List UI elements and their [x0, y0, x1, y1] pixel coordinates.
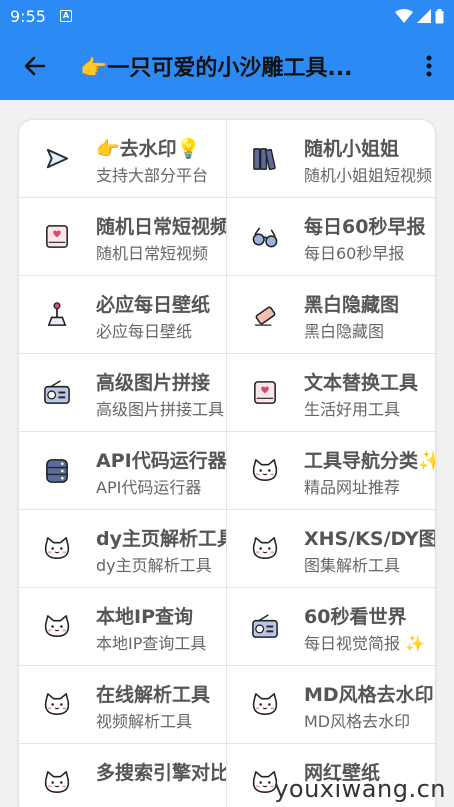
cat-icon — [252, 693, 278, 715]
back-arrow-icon — [24, 56, 46, 76]
tool-item[interactable]: 文本替换工具 生活好用工具 — [227, 354, 435, 432]
tool-subtitle: 黑白隐藏图 — [304, 322, 385, 341]
tool-title: 每日60秒早报 — [304, 216, 426, 238]
tool-title: 必应每日壁纸 — [96, 294, 211, 316]
page-title: 👉一只可爱的小沙雕工具... — [80, 56, 353, 81]
tool-subtitle: dy主页解析工具 — [96, 556, 212, 575]
tool-subtitle: 视频解析工具 — [96, 712, 193, 731]
cat-icon — [252, 459, 278, 481]
tool-item[interactable]: MD风格去水印 MD风格去水印 — [227, 666, 435, 744]
tool-subtitle: 随机日常短视频 — [96, 244, 209, 263]
cat-icon — [44, 537, 70, 559]
cat-icon — [44, 693, 70, 715]
tool-title: 随机日常短视频 — [96, 216, 227, 238]
tool-title: 在线解析工具 — [96, 684, 211, 706]
tool-title: 文本替换工具 — [304, 372, 419, 394]
tool-item[interactable]: 多搜索引擎对比 — [19, 744, 227, 807]
tool-item[interactable]: 本地IP查询 本地IP查询工具 — [19, 588, 227, 666]
tool-subtitle: 每日60秒早报 — [304, 244, 405, 263]
tool-subtitle: 支持大部分平台 — [96, 166, 209, 185]
radio-icon — [252, 614, 278, 638]
tool-item[interactable]: 在线解析工具 视频解析工具 — [19, 666, 227, 744]
heart-book-icon — [46, 225, 68, 248]
books-icon — [253, 148, 276, 171]
signal-icon — [417, 9, 431, 23]
tool-title: 👉去水印💡 — [96, 138, 201, 160]
tool-title: 60秒看世界 — [304, 606, 407, 628]
glasses-icon — [252, 227, 278, 248]
tool-title: 黑白隐藏图 — [304, 294, 400, 316]
tools-card: 👉去水印💡 支持大部分平台 随机小姐姐 随机小姐姐短视频 随机日常短视频 随机日常短视频每… — [19, 120, 435, 807]
tool-title: MD风格去水印 — [304, 684, 434, 706]
tool-subtitle: 必应每日壁纸 — [96, 322, 193, 341]
tool-subtitle: 本地IP查询工具 — [96, 634, 207, 653]
cat-icon — [252, 537, 278, 559]
status-time: 9:55 — [10, 6, 46, 26]
watermark: youxiwang.cn — [274, 775, 446, 803]
tools-grid: 👉去水印💡 支持大部分平台 随机小姐姐 随机小姐姐短视频 随机日常短视频 随机日常短视频每… — [19, 120, 435, 807]
play-arrow-icon — [46, 148, 69, 169]
tool-title: XHS/KS/DY图集 — [304, 528, 435, 550]
tool-title: API代码运行器 — [96, 450, 227, 472]
tool-item[interactable]: 必应每日壁纸 必应每日壁纸 — [19, 276, 227, 354]
tool-subtitle: 图集解析工具 — [304, 556, 401, 575]
cat-icon — [44, 771, 70, 793]
status-icons — [395, 8, 444, 24]
tool-item[interactable]: 👉去水印💡 支持大部分平台 — [19, 120, 227, 198]
battery-icon — [435, 8, 444, 23]
tool-subtitle: 精品网址推荐 — [304, 478, 401, 497]
tool-title: 本地IP查询 — [96, 606, 193, 628]
app-bar: 👉一只可爱的小沙雕工具... — [0, 32, 454, 100]
cat-icon — [44, 615, 70, 637]
back-button[interactable] — [0, 32, 70, 100]
tool-title: 多搜索引擎对比 — [96, 762, 227, 784]
tool-subtitle: 高级图片拼接工具 — [96, 400, 225, 419]
tool-title: dy主页解析工具 — [96, 528, 227, 550]
wifi-icon — [395, 9, 413, 23]
tool-title: 高级图片拼接 — [96, 372, 211, 394]
tool-item[interactable]: 黑白隐藏图 黑白隐藏图 — [227, 276, 435, 354]
tool-item[interactable]: XHS/KS/DY图集图集解析工具 — [227, 510, 435, 588]
tool-subtitle: 每日视觉简报 ✨ — [304, 634, 426, 653]
tool-item[interactable]: 每日60秒早报 每日60秒早报 — [227, 198, 435, 276]
status-bar: 9:55 A — [0, 0, 454, 32]
database-icon — [46, 459, 68, 483]
tool-item[interactable]: 60秒看世界 每日视觉简报 ✨ — [227, 588, 435, 666]
tool-item[interactable]: 工具导航分类✨ 精品网址推荐 — [227, 432, 435, 510]
radio-icon — [44, 380, 70, 404]
tool-title: 工具导航分类✨ — [304, 450, 435, 472]
more-vert-icon — [426, 55, 432, 77]
heart-book-icon — [254, 381, 276, 404]
tool-subtitle: 随机小姐姐短视频 — [304, 166, 433, 185]
tool-title: 随机小姐姐 — [304, 138, 400, 160]
tool-subtitle: API代码运行器 — [96, 478, 202, 497]
eraser-icon — [254, 306, 276, 326]
tool-item[interactable]: 高级图片拼接 高级图片拼接工具 — [19, 354, 227, 432]
tool-subtitle: MD风格去水印 — [304, 712, 411, 731]
notification-icon: A — [59, 10, 72, 22]
tool-item[interactable]: 随机日常短视频 随机日常短视频 — [19, 198, 227, 276]
tool-item[interactable]: API代码运行器 API代码运行器 — [19, 432, 227, 510]
tool-subtitle: 生活好用工具 — [304, 400, 401, 419]
more-options-button[interactable] — [404, 32, 454, 100]
tool-item[interactable]: dy主页解析工具 dy主页解析工具 — [19, 510, 227, 588]
tool-item[interactable]: 随机小姐姐随机小姐姐短视频 — [227, 120, 435, 198]
joystick-icon — [47, 302, 67, 326]
